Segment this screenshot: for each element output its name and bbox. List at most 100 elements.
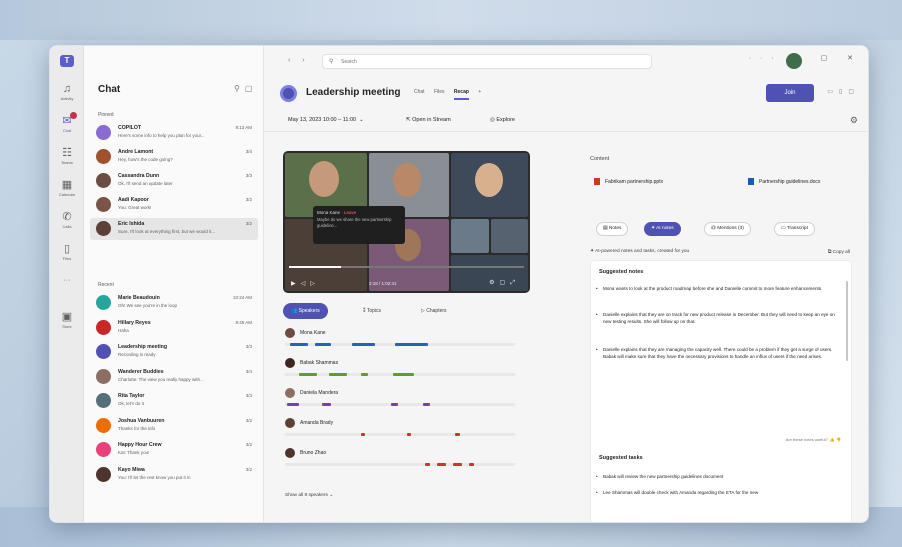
chat-list-item[interactable]: Eric Ishida Sure, I'll look at everything… xyxy=(90,218,258,240)
file-icon: ▯ xyxy=(63,243,71,255)
avatar xyxy=(96,319,111,335)
speaker-row[interactable]: Bruno Zhao xyxy=(285,448,535,474)
tab-transcript[interactable]: ▭ Transcript xyxy=(774,222,815,236)
speaker-name: Babak Shammas xyxy=(300,360,339,366)
file-docx[interactable]: Partnership guidelines.docx xyxy=(748,178,820,190)
chat-name: Eric Ishida xyxy=(118,221,145,227)
avatar xyxy=(96,393,111,408)
tab-mentions[interactable]: @ Mentions (3) xyxy=(704,222,751,236)
search-placeholder: Search xyxy=(341,59,357,65)
chat-preview: Thanks for the info xyxy=(118,425,156,431)
open-in-stream-button[interactable]: ⇱ Open in Stream xyxy=(406,117,451,123)
rail-store[interactable]: ▣ Store xyxy=(52,308,82,338)
speaking-segment[interactable] xyxy=(425,463,430,466)
chat-time: 3/2 xyxy=(245,466,252,472)
tab-topics[interactable]: ⁑ Topics xyxy=(355,303,389,319)
window-controls[interactable]: ··· — ▢ ✕ xyxy=(749,54,862,62)
ai-notes-info: ✦ AI-powered notes and tasks, created fo… xyxy=(590,249,690,254)
chat-list-item[interactable]: Leadership meeting Recording is ready 3/3 xyxy=(90,341,258,363)
speaking-segment[interactable] xyxy=(469,463,474,466)
speaking-segment[interactable] xyxy=(360,433,366,436)
speaker-name: Daniela Mandera xyxy=(300,390,339,396)
speaker-row[interactable]: Amanda Brady xyxy=(285,418,535,444)
speaking-segment[interactable] xyxy=(436,463,446,466)
tab-chapters[interactable]: ▷ Chapters xyxy=(413,303,455,319)
speaking-segment[interactable] xyxy=(314,343,331,346)
recording-player[interactable]: Mona Kane · Leave Maybe do we share the … xyxy=(283,151,530,293)
speaking-segment[interactable] xyxy=(455,433,460,436)
tab-chat[interactable]: Chat xyxy=(414,89,425,95)
speaking-segment[interactable] xyxy=(395,343,428,346)
chat-list-item[interactable]: Wanderer Buddies Charlotte: The view you … xyxy=(90,366,258,388)
meeting-controls[interactable]: ▭▯▢ xyxy=(827,88,860,95)
speaker-row[interactable]: Babak Shammas xyxy=(285,358,535,384)
meeting-date[interactable]: May 13, 2023 10:00 – 11:00 ⌄ xyxy=(288,117,364,123)
avatar xyxy=(96,344,111,359)
speaking-segment[interactable] xyxy=(287,403,299,406)
chat-list-item[interactable]: Hillary Reyes Haha 8:45 AM xyxy=(90,317,258,339)
chat-list-item[interactable]: Joshua Vanbuuren Thanks for the info 3/2 xyxy=(90,415,258,437)
speaking-segment[interactable] xyxy=(423,403,430,406)
task-item: Lee Shammas will double check with Amand… xyxy=(596,489,838,496)
join-button[interactable]: Join xyxy=(766,84,814,102)
show-all-speakers-link[interactable]: Show all 8 speakers ⌄ xyxy=(285,493,333,498)
chat-list-item[interactable]: Happy Hour Crew Kat: Thank you! 3/2 xyxy=(90,439,258,461)
player-controls[interactable]: ▶◁▷ xyxy=(291,280,320,287)
speaking-segment[interactable] xyxy=(390,403,398,406)
scrollbar[interactable] xyxy=(846,281,848,361)
speaking-segment[interactable] xyxy=(351,343,375,346)
speaking-segment[interactable] xyxy=(406,433,412,436)
rail-calendar[interactable]: ▦ Calendar xyxy=(52,176,82,206)
search-icon: ⚲ xyxy=(329,59,334,65)
speaking-segment[interactable] xyxy=(393,373,414,376)
participant-face xyxy=(475,163,503,197)
avatar xyxy=(96,125,111,140)
pinned-label: Pinned xyxy=(98,112,114,118)
speaking-segment[interactable] xyxy=(452,463,463,466)
tab-notes[interactable]: ▤ Notes xyxy=(596,222,629,236)
chat-preview: You: I'll let the rest know you put it i… xyxy=(118,474,191,480)
chat-preview: Oh! We see you're in the loop xyxy=(118,303,178,308)
rail-more[interactable]: ··· xyxy=(52,272,82,302)
seek-bar[interactable] xyxy=(289,266,524,268)
player-right-controls[interactable]: ⚙▢⤢ xyxy=(489,279,520,287)
speaking-segment[interactable] xyxy=(360,373,368,376)
chat-list-item[interactable]: Kayo Miwa You: I'll let the rest know you… xyxy=(90,464,258,486)
chat-time: 3/2 xyxy=(245,221,252,226)
chat-list-item[interactable]: Aadi Kapoor You: Great work! 3/2 xyxy=(90,194,258,216)
tab-files[interactable]: Files xyxy=(434,89,445,95)
chat-header-icons[interactable]: ⚲▢ xyxy=(234,84,257,93)
search-input[interactable]: ⚲ Search xyxy=(322,54,652,69)
file-pptx[interactable]: Fabrikam partnership.pptx xyxy=(594,178,663,190)
avatar xyxy=(285,328,295,338)
speaker-row[interactable]: Mona Kane xyxy=(285,328,535,354)
chat-list-item[interactable]: Andre Lamont Hey, how's the code going? 3/… xyxy=(90,146,258,168)
feedback-prompt[interactable]: Are these notes useful? 👍 👎 xyxy=(786,437,841,442)
note-item: Mona wants to look at the product roadma… xyxy=(596,285,838,292)
chat-list-item[interactable]: Rita Taylor Ok, let's do it 3/3 xyxy=(90,390,258,412)
tab-speakers[interactable]: 👥 Speakers xyxy=(283,303,328,319)
tab-ai-notes[interactable]: ✦ AI notes xyxy=(644,222,681,236)
rail-teams[interactable]: ☷ Teams xyxy=(52,144,82,174)
speaker-row[interactable]: Daniela Mandera xyxy=(285,388,535,414)
nav-arrows[interactable]: ‹ › xyxy=(288,57,310,64)
rail-activity[interactable]: ♫ Activity xyxy=(52,80,82,110)
rail-calls[interactable]: ✆ Calls xyxy=(52,208,82,238)
speaking-segment[interactable] xyxy=(298,373,318,376)
speaking-segment[interactable] xyxy=(328,373,348,376)
chat-time: 3/3 xyxy=(245,344,252,349)
chat-list-item[interactable]: COPILOT Here's some info to help you plan… xyxy=(90,122,258,144)
chat-list-item[interactable]: Cassandra Dunn Ok, I'll send an update la… xyxy=(90,170,258,192)
meeting-header: Leadership meeting Chat Files Recap + Jo… xyxy=(264,76,868,108)
chat-preview: Haha xyxy=(118,327,129,333)
speaking-segment[interactable] xyxy=(321,403,331,406)
rail-chat[interactable]: ✉ Chat xyxy=(52,112,82,142)
rail-files[interactable]: ▯ Files xyxy=(52,240,82,270)
gear-icon[interactable]: ⚙ xyxy=(850,115,858,126)
speaking-segment[interactable] xyxy=(289,343,308,346)
tab-add[interactable]: + xyxy=(478,89,481,95)
copy-all-button[interactable]: ⧉ Copy all xyxy=(828,249,850,255)
tab-recap[interactable]: Recap xyxy=(453,89,469,100)
chat-list-item[interactable]: Marie Beaudouin Oh! We see you're in the … xyxy=(90,292,258,314)
explore-button[interactable]: ◎ Explore xyxy=(490,117,515,123)
